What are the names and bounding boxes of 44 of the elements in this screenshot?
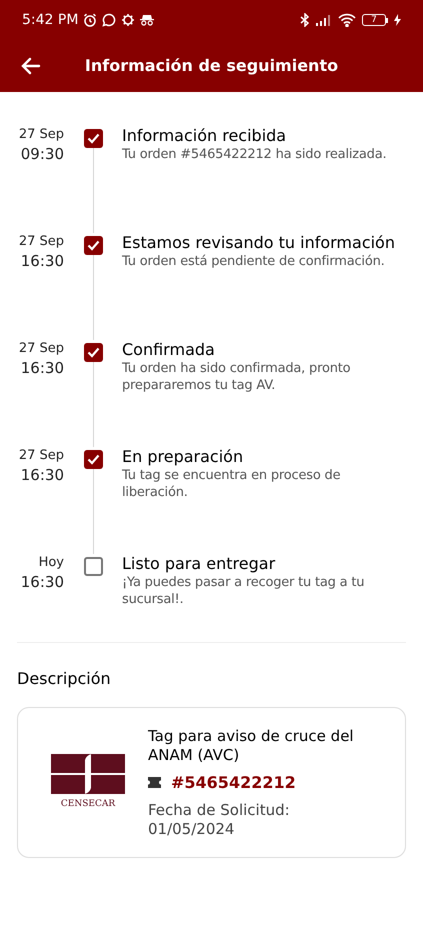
step-date: Hoy — [38, 554, 64, 572]
ticket-icon — [148, 777, 161, 788]
request-date: 01/05/2024 — [148, 820, 236, 838]
step-description: Tu orden ha sido confirmada, pronto prepararemos tu tag AV. — [122, 360, 352, 394]
step-time: 16:30 — [20, 465, 64, 485]
wifi-icon — [338, 13, 356, 27]
step-description: Tu tag se encuentra en proceso de liberación. — [122, 467, 342, 501]
product-title: Tag para aviso de cruce del ANAM (AVC) — [148, 726, 355, 764]
order-number: #5465422212 — [171, 772, 296, 794]
section-heading: Descripción — [17, 668, 112, 690]
gear-icon — [121, 13, 136, 27]
check-icon — [86, 347, 100, 358]
step-time: 09:30 — [20, 144, 64, 164]
step-date: 27 Sep — [18, 126, 64, 144]
step-title: En preparación — [122, 447, 244, 467]
request-date-label: Fecha de Solicitud: — [148, 800, 291, 820]
logo-text: CENSECAR — [60, 798, 116, 811]
step-title: Información recibida — [122, 126, 288, 146]
back-button[interactable] — [20, 55, 42, 77]
chat-bubble-icon — [102, 13, 116, 27]
bluetooth-icon — [300, 13, 310, 27]
header-title: Información de seguimiento — [84, 55, 340, 77]
check-icon — [86, 454, 100, 465]
step-time: 16:30 — [20, 358, 64, 378]
step-title: Confirmada — [122, 340, 216, 360]
step-date: 27 Sep — [18, 447, 64, 465]
status-time: 5:42 PM — [22, 10, 78, 30]
battery-level: 7 — [371, 16, 377, 24]
alarm-clock-icon — [83, 13, 98, 27]
charging-bolt-icon — [394, 14, 401, 26]
step-time: 16:30 — [20, 572, 64, 592]
incognito-icon — [140, 14, 154, 26]
step-title: Estamos revisando tu información — [122, 233, 396, 253]
step-description: Tu orden #5465422212 ha sido realizada. — [122, 146, 388, 163]
step-date: 27 Sep — [18, 233, 64, 251]
step-description: ¡Ya puedes pasar a recoger tu tag a tu sucursal!. — [122, 574, 366, 608]
step-date: 27 Sep — [18, 340, 64, 358]
step-time: 16:30 — [20, 251, 64, 271]
logo-icon — [51, 754, 125, 794]
step-description: Tu orden está pendiente de confirmación. — [122, 253, 386, 270]
signal-icon — [316, 14, 332, 26]
check-icon — [86, 133, 100, 144]
step-title: Listo para entregar — [122, 554, 276, 574]
check-icon — [86, 240, 100, 251]
